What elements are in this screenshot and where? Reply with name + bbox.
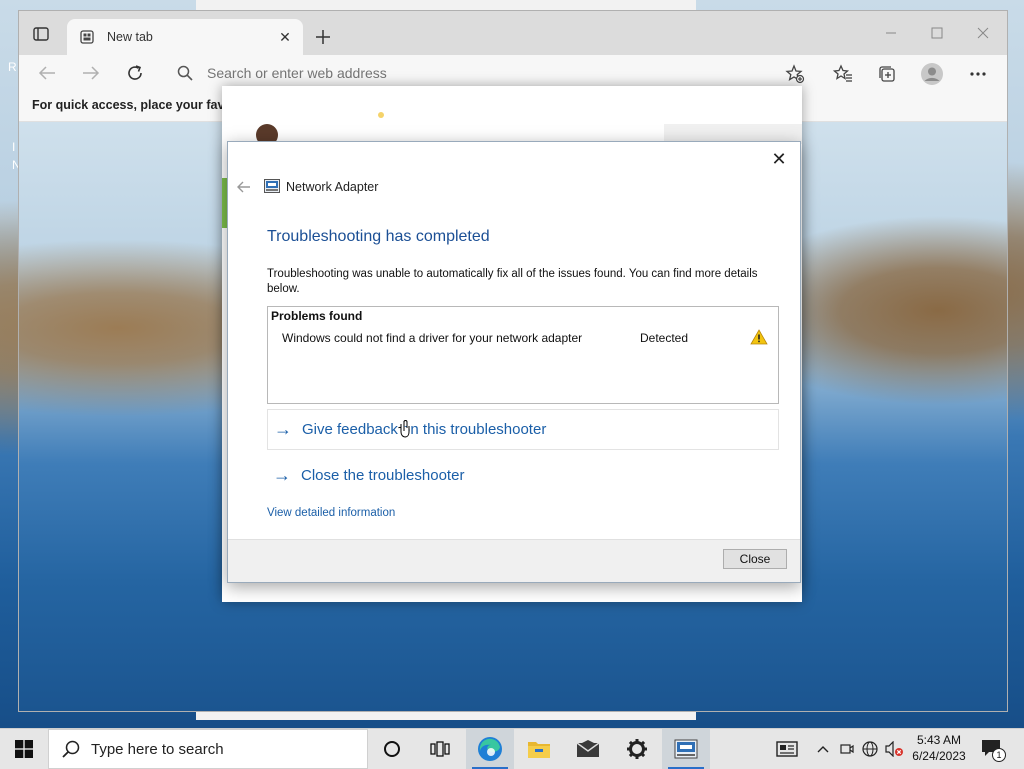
star-add-icon [785, 64, 805, 84]
back-arrow-icon [38, 66, 55, 80]
back-arrow-icon [237, 181, 250, 193]
give-feedback-label: Give feedback on this troubleshooter [302, 421, 547, 438]
start-button[interactable] [0, 729, 48, 769]
plus-icon [316, 30, 330, 44]
notification-count: 1 [992, 748, 1006, 762]
maximize-icon [931, 27, 943, 39]
globe-icon [862, 741, 878, 757]
profile-avatar-icon [921, 63, 943, 85]
favorites-bar-hint: For quick access, place your favorit [32, 98, 245, 112]
gear-icon [627, 739, 647, 759]
problem-status: Detected [640, 331, 689, 345]
more-options-button[interactable] [967, 63, 989, 85]
task-view-button[interactable] [416, 729, 464, 769]
task-view-icon [430, 741, 450, 757]
network-adapter-icon [674, 739, 698, 759]
view-detailed-information-link[interactable]: View detailed information [267, 507, 395, 519]
volume-button[interactable] [884, 729, 906, 769]
dialog-description: Troubleshooting was unable to automatica… [267, 268, 758, 295]
tab-bar: New tab ✕ [19, 11, 1007, 55]
close-tab-icon[interactable]: ✕ [275, 27, 295, 47]
tab-actions-button[interactable] [29, 23, 53, 45]
tab-new-tab[interactable]: New tab ✕ [67, 19, 303, 55]
taskbar: Type here to search 5:43 AM 6/24/2023 1 [0, 728, 1024, 769]
edge-icon [478, 737, 502, 761]
mail-icon [576, 740, 600, 757]
notification-center-button[interactable]: 1 [980, 737, 1006, 762]
problems-found-list: Problems found Windows could not find a … [267, 306, 779, 404]
clock-time: 5:43 AM [916, 733, 962, 747]
desktop-edge-text: R [8, 60, 17, 74]
network-status-button[interactable] [860, 729, 880, 769]
troubleshooter-dialog: ✕ Network Adapter Troubleshooting has co… [227, 141, 801, 583]
dialog-app-title: Network Adapter [286, 180, 379, 194]
dialog-heading: Troubleshooting has completed [267, 228, 490, 245]
dialog-back-button[interactable] [234, 178, 254, 196]
search-icon [61, 739, 81, 759]
taskbar-search-placeholder: Type here to search [91, 740, 224, 758]
collections-button[interactable] [876, 63, 898, 85]
refresh-button[interactable] [121, 61, 149, 85]
tab-actions-icon [33, 27, 49, 41]
dialog-close-button[interactable]: ✕ [766, 148, 792, 170]
problems-header: Problems found [271, 309, 363, 323]
close-button[interactable]: Close [723, 549, 787, 569]
taskbar-search-box[interactable]: Type here to search [48, 729, 368, 769]
taskbar-mail[interactable] [564, 729, 612, 769]
new-tab-button[interactable] [311, 25, 335, 49]
close-troubleshooter-label: Close the troubleshooter [301, 467, 465, 484]
taskbar-troubleshooter[interactable] [662, 729, 710, 769]
back-button[interactable] [33, 61, 61, 85]
close-icon [977, 27, 989, 39]
taskbar-edge[interactable] [466, 729, 514, 769]
news-icon [776, 741, 798, 757]
favorites-icon [833, 64, 852, 82]
maximize-button[interactable] [915, 19, 959, 47]
desktop-edge-text: I [12, 140, 16, 154]
profile-button[interactable] [921, 63, 943, 85]
taskbar-file-explorer[interactable] [515, 729, 563, 769]
dialog-footer: Close [228, 539, 800, 582]
add-favorite-button[interactable] [784, 63, 806, 85]
background-window-strip-top [196, 0, 696, 10]
refresh-icon [128, 65, 142, 80]
show-hidden-icons-button[interactable] [814, 729, 832, 769]
favorites-button[interactable] [832, 63, 854, 85]
cortana-circle-icon [384, 741, 400, 757]
arrow-right-icon: → [273, 465, 291, 485]
camera-icon [840, 744, 854, 754]
forward-arrow-icon [83, 66, 100, 80]
taskbar-settings[interactable] [613, 729, 661, 769]
system-clock[interactable]: 5:43 AM 6/24/2023 [904, 732, 974, 764]
forward-button[interactable] [77, 61, 105, 85]
warning-icon [750, 329, 768, 345]
network-adapter-icon [264, 179, 280, 193]
meet-now-button[interactable] [838, 729, 856, 769]
new-tab-icon [79, 29, 95, 45]
chevron-up-icon [817, 746, 829, 753]
news-widget-button[interactable] [772, 729, 802, 769]
speaker-muted-icon [885, 741, 903, 757]
give-feedback-link[interactable]: → Give feedback on this troubleshooter [267, 409, 779, 450]
address-input[interactable] [205, 64, 769, 82]
windows-logo-icon [15, 740, 33, 758]
mouse-cursor-icon [398, 420, 410, 438]
arrow-right-icon: → [274, 419, 292, 439]
search-icon [175, 63, 195, 83]
more-dots-icon [970, 72, 986, 76]
minimize-icon [886, 32, 896, 34]
address-bar[interactable] [165, 59, 815, 87]
clock-date: 6/24/2023 [912, 749, 966, 763]
decorative-dot [378, 112, 384, 118]
close-troubleshooter-link[interactable]: → Close the troubleshooter [267, 456, 777, 495]
collections-icon [879, 66, 895, 82]
problem-description: Windows could not find a driver for your… [282, 331, 583, 345]
folder-icon [528, 742, 550, 758]
tab-title: New tab [107, 30, 153, 44]
cortana-button[interactable] [368, 729, 416, 769]
close-window-button[interactable] [961, 19, 1005, 47]
minimize-button[interactable] [869, 19, 913, 47]
